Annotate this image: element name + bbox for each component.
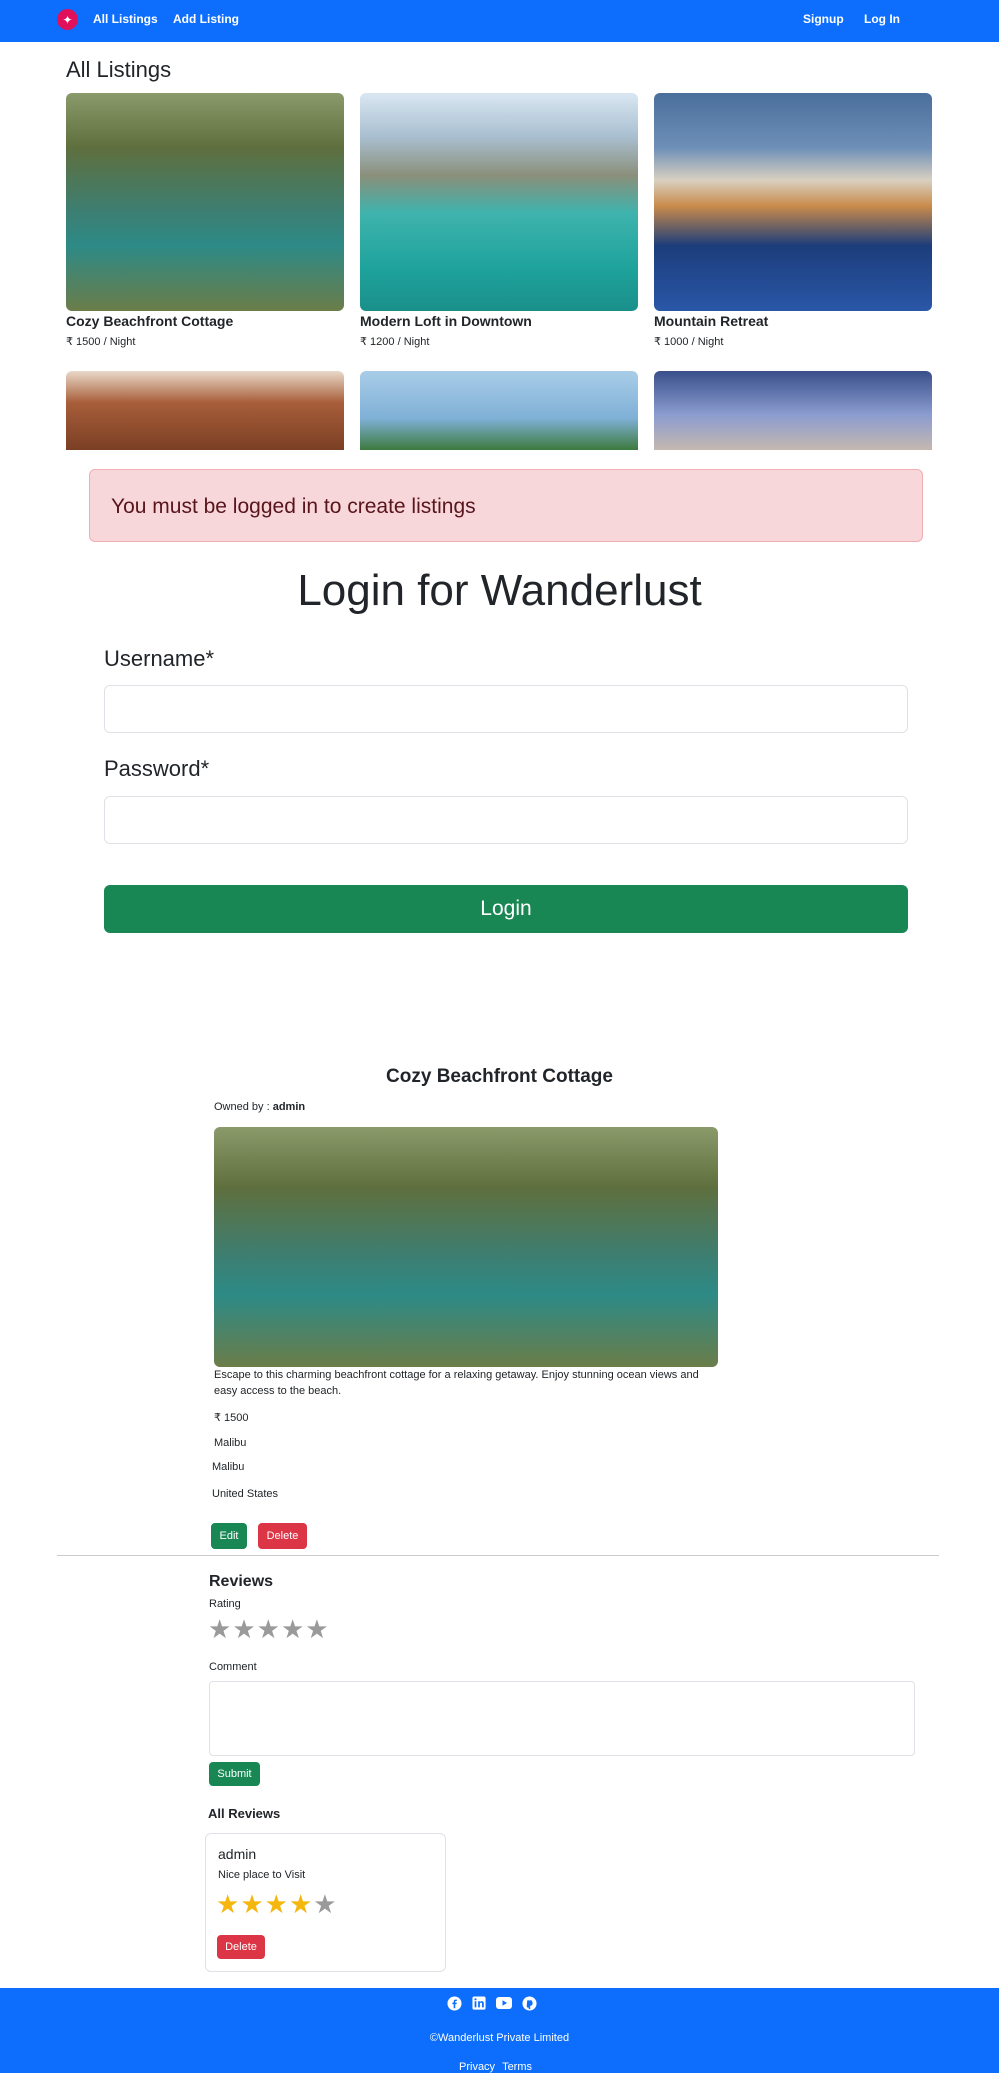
star-icon: ★ bbox=[240, 1889, 264, 1919]
owner-line: Owned by : admin bbox=[214, 1101, 305, 1113]
star-icon[interactable]: ★ bbox=[281, 1616, 304, 1642]
owner-name: admin bbox=[272, 1101, 306, 1113]
rating-input[interactable]: ★ ★ ★ ★ ★ bbox=[208, 1616, 329, 1642]
review-rating: ★ ★ ★ ★ ★ bbox=[216, 1891, 337, 1917]
password-input[interactable] bbox=[104, 796, 908, 844]
nav-login[interactable]: Log In bbox=[864, 12, 900, 26]
listing-title: Mountain Retreat bbox=[654, 313, 769, 329]
password-label: Password* bbox=[104, 756, 210, 781]
show-location-clipped: Malibu bbox=[214, 1437, 247, 1449]
listing-card[interactable]: Modern Loft in Downtown ₹ 1200 / Night bbox=[360, 93, 638, 348]
review-author: admin bbox=[218, 1846, 257, 1862]
listing-image[interactable] bbox=[360, 371, 638, 450]
delete-review-button[interactable]: Delete bbox=[217, 1935, 265, 1959]
listings-title: All Listings bbox=[66, 57, 172, 82]
reviews-title: Reviews bbox=[209, 1573, 274, 1590]
listing-title: Cozy Beachfront Cottage bbox=[66, 313, 234, 329]
submit-review-button[interactable]: Submit bbox=[209, 1762, 260, 1786]
review-comment: Nice place to Visit bbox=[218, 1869, 306, 1881]
edit-button[interactable]: Edit bbox=[211, 1523, 247, 1549]
compass-icon[interactable]: ✦ bbox=[57, 9, 78, 30]
nav-signup[interactable]: Signup bbox=[803, 12, 844, 26]
delete-listing-button[interactable]: Delete bbox=[258, 1523, 307, 1549]
star-icon: ★ bbox=[313, 1889, 337, 1919]
login-button[interactable]: Login bbox=[104, 885, 908, 933]
star-icon[interactable]: ★ bbox=[232, 1616, 255, 1642]
star-icon[interactable]: ★ bbox=[305, 1616, 328, 1642]
rating-label: Rating bbox=[209, 1598, 241, 1610]
listing-price: ₹ 1200 / Night bbox=[360, 336, 430, 348]
listing-image[interactable] bbox=[66, 371, 344, 450]
show-image bbox=[214, 1127, 718, 1367]
username-label: Username* bbox=[104, 646, 215, 671]
show-country: United States bbox=[212, 1488, 279, 1500]
star-icon[interactable]: ★ bbox=[257, 1616, 280, 1642]
copyright: ©Wanderlust Private Limited bbox=[429, 2032, 570, 2044]
show-location: Malibu bbox=[212, 1461, 245, 1473]
listing-title: Modern Loft in Downtown bbox=[360, 313, 532, 329]
listing-image[interactable] bbox=[654, 93, 932, 311]
nav-all-listings[interactable]: All Listings bbox=[93, 12, 158, 26]
privacy-link[interactable]: Privacy bbox=[459, 2061, 495, 2073]
social-icons bbox=[446, 1995, 537, 2011]
review-card: admin Nice place to Visit ★ ★ ★ ★ ★ Dele… bbox=[205, 1833, 446, 1972]
divider bbox=[57, 1555, 939, 1556]
github-icon[interactable] bbox=[521, 1995, 537, 2011]
linkedin-icon[interactable] bbox=[471, 1995, 487, 2011]
facebook-icon[interactable] bbox=[446, 1995, 462, 2011]
show-description: Escape to this charming beachfront cotta… bbox=[214, 1369, 699, 1397]
listing-price: ₹ 1000 / Night bbox=[654, 336, 724, 348]
nav-add-listing[interactable]: Add Listing bbox=[173, 12, 239, 26]
listing-image[interactable] bbox=[654, 371, 932, 450]
username-input[interactable] bbox=[104, 685, 908, 733]
show-title: Cozy Beachfront Cottage bbox=[386, 1066, 613, 1087]
star-icon: ★ bbox=[264, 1889, 288, 1919]
listing-image[interactable] bbox=[360, 93, 638, 311]
star-icon: ★ bbox=[216, 1889, 240, 1919]
all-reviews-title: All Reviews bbox=[208, 1806, 281, 1821]
listing-price: ₹ 1500 / Night bbox=[66, 336, 136, 348]
navbar: ✦ All Listings Add Listing Signup Log In bbox=[0, 0, 999, 42]
star-icon: ★ bbox=[288, 1889, 313, 1919]
show-price: ₹ 1500 bbox=[214, 1412, 249, 1424]
comment-textarea[interactable] bbox=[209, 1681, 915, 1756]
comment-label: Comment bbox=[209, 1661, 257, 1673]
owner-prefix: Owned by : bbox=[214, 1101, 273, 1113]
footer: ©Wanderlust Private Limited Privacy Term… bbox=[0, 1988, 999, 2073]
youtube-icon[interactable] bbox=[496, 1995, 512, 2011]
listing-image[interactable] bbox=[66, 93, 344, 311]
listing-card[interactable]: Mountain Retreat ₹ 1000 / Night bbox=[654, 93, 932, 348]
star-icon[interactable]: ★ bbox=[208, 1616, 231, 1642]
footer-links: Privacy Terms bbox=[459, 2061, 532, 2073]
terms-link[interactable]: Terms bbox=[502, 2061, 532, 2073]
listing-card[interactable]: Cozy Beachfront Cottage ₹ 1500 / Night bbox=[66, 93, 344, 348]
login-title: Login for Wanderlust bbox=[297, 566, 702, 615]
error-alert: You must be logged in to create listings bbox=[89, 469, 923, 542]
